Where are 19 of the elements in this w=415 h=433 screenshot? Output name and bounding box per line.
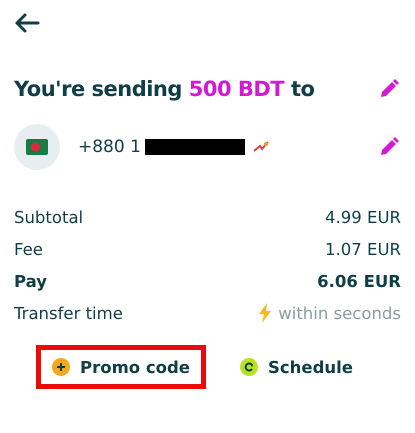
heading: You're sending 500 BDT to: [14, 77, 314, 101]
summary-label: Fee: [14, 240, 43, 258]
lightning-icon: [258, 303, 272, 323]
operator-logo-icon: [252, 141, 269, 153]
edit-icon[interactable]: [379, 137, 399, 157]
edit-icon[interactable]: [379, 79, 399, 99]
back-icon[interactable]: [14, 12, 40, 34]
plus-icon: [52, 358, 70, 376]
summary-label: Transfer time: [14, 304, 123, 322]
phone-number: +880 1: [78, 137, 141, 157]
summary-value: 4.99 EUR: [325, 208, 401, 226]
summary-label: Subtotal: [14, 208, 84, 226]
summary-value: within seconds: [278, 304, 401, 322]
refresh-icon: [240, 358, 258, 376]
summary-label: Pay: [14, 272, 48, 290]
flag-avatar: [14, 124, 60, 170]
action-button[interactable]: Promo code: [36, 345, 206, 389]
summary-value: 1.07 EUR: [325, 240, 401, 258]
summary-value: 6.06 EUR: [317, 272, 401, 290]
